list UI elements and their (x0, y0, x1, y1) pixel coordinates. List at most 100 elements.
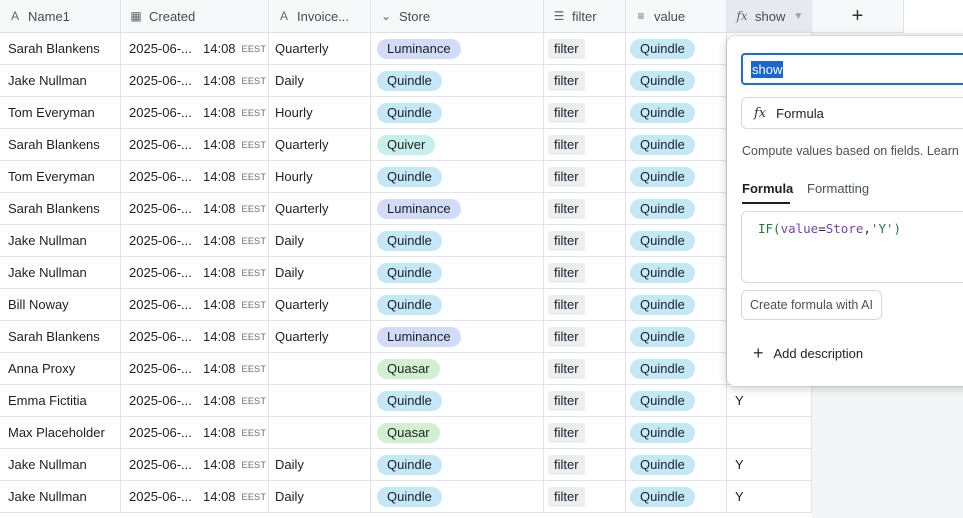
cell-created[interactable]: 2025-06-... 14:08 EEST (121, 33, 269, 65)
cell-invoice[interactable]: Quarterly (269, 33, 371, 65)
cell-created[interactable]: 2025-06-... 14:08 EEST (121, 289, 269, 321)
column-header-created[interactable]: ▦ Created (121, 0, 269, 33)
cell-store[interactable]: Quindle (371, 289, 544, 321)
cell-value[interactable]: Quindle (626, 257, 727, 289)
cell-created[interactable]: 2025-06-... 14:08 EEST (121, 417, 269, 449)
cell-invoice[interactable]: Quarterly (269, 289, 371, 321)
tab-formula[interactable]: Formula (742, 181, 793, 196)
cell-created[interactable]: 2025-06-... 14:08 EEST (121, 65, 269, 97)
cell-value[interactable]: Quindle (626, 33, 727, 65)
cell-filter[interactable]: filter (544, 449, 626, 481)
cell-name[interactable]: Sarah Blankens (0, 193, 121, 225)
cell-store[interactable]: Quindle (371, 385, 544, 417)
cell-value[interactable]: Quindle (626, 65, 727, 97)
cell-created[interactable]: 2025-06-... 14:08 EEST (121, 321, 269, 353)
cell-store[interactable]: Quindle (371, 65, 544, 97)
cell-store[interactable]: Luminance (371, 321, 544, 353)
cell-invoice[interactable]: Hourly (269, 97, 371, 129)
cell-invoice[interactable]: Daily (269, 225, 371, 257)
cell-created[interactable]: 2025-06-... 14:08 EEST (121, 193, 269, 225)
cell-filter[interactable]: filter (544, 225, 626, 257)
cell-name[interactable]: Bill Noway (0, 289, 121, 321)
cell-invoice[interactable] (269, 353, 371, 385)
cell-invoice[interactable]: Quarterly (269, 193, 371, 225)
cell-created[interactable]: 2025-06-... 14:08 EEST (121, 129, 269, 161)
cell-store[interactable]: Quindle (371, 449, 544, 481)
cell-name[interactable]: Jake Nullman (0, 257, 121, 289)
cell-invoice[interactable]: Daily (269, 257, 371, 289)
cell-show[interactable]: Y (727, 481, 812, 513)
cell-filter[interactable]: filter (544, 417, 626, 449)
cell-value[interactable]: Quindle (626, 417, 727, 449)
column-header-filter[interactable]: ☰ filter (544, 0, 626, 33)
column-header-value[interactable]: ≡ value (626, 0, 727, 33)
column-header-name1[interactable]: A Name1 (0, 0, 121, 33)
cell-store[interactable]: Quindle (371, 97, 544, 129)
cell-value[interactable]: Quindle (626, 97, 727, 129)
cell-value[interactable]: Quindle (626, 289, 727, 321)
column-header-store[interactable]: ⌄ Store (371, 0, 544, 33)
cell-value[interactable]: Quindle (626, 481, 727, 513)
field-type-select[interactable]: fx Formula (741, 97, 963, 129)
formula-editor[interactable]: IF(value=Store,'Y') (741, 211, 963, 283)
cell-show[interactable] (727, 417, 812, 449)
column-header-show[interactable]: fx show ▼ (727, 0, 812, 33)
cell-created[interactable]: 2025-06-... 14:08 EEST (121, 353, 269, 385)
cell-show[interactable]: Y (727, 385, 812, 417)
cell-name[interactable]: Max Placeholder (0, 417, 121, 449)
cell-value[interactable]: Quindle (626, 449, 727, 481)
cell-created[interactable]: 2025-06-... 14:08 EEST (121, 481, 269, 513)
cell-invoice[interactable]: Quarterly (269, 129, 371, 161)
cell-invoice[interactable]: Daily (269, 481, 371, 513)
cell-name[interactable]: Jake Nullman (0, 481, 121, 513)
cell-value[interactable]: Quindle (626, 193, 727, 225)
cell-name[interactable]: Jake Nullman (0, 449, 121, 481)
tab-formatting[interactable]: Formatting (807, 181, 869, 196)
cell-filter[interactable]: filter (544, 129, 626, 161)
cell-name[interactable]: Sarah Blankens (0, 33, 121, 65)
cell-filter[interactable]: filter (544, 353, 626, 385)
cell-name[interactable]: Sarah Blankens (0, 321, 121, 353)
cell-value[interactable]: Quindle (626, 321, 727, 353)
cell-name[interactable]: Jake Nullman (0, 65, 121, 97)
cell-filter[interactable]: filter (544, 289, 626, 321)
cell-store[interactable]: Quasar (371, 417, 544, 449)
cell-created[interactable]: 2025-06-... 14:08 EEST (121, 161, 269, 193)
cell-created[interactable]: 2025-06-... 14:08 EEST (121, 225, 269, 257)
cell-filter[interactable]: filter (544, 385, 626, 417)
cell-invoice[interactable]: Quarterly (269, 321, 371, 353)
cell-invoice[interactable]: Hourly (269, 161, 371, 193)
add-column-button[interactable]: + (812, 0, 904, 33)
cell-name[interactable]: Jake Nullman (0, 225, 121, 257)
cell-store[interactable]: Luminance (371, 193, 544, 225)
cell-value[interactable]: Quindle (626, 161, 727, 193)
add-description-button[interactable]: + Add description (753, 344, 863, 362)
cell-store[interactable]: Quindle (371, 257, 544, 289)
column-header-invoice[interactable]: A Invoice... (269, 0, 371, 33)
cell-name[interactable]: Anna Proxy (0, 353, 121, 385)
cell-value[interactable]: Quindle (626, 353, 727, 385)
cell-filter[interactable]: filter (544, 65, 626, 97)
cell-created[interactable]: 2025-06-... 14:08 EEST (121, 385, 269, 417)
cell-name[interactable]: Emma Fictitia (0, 385, 121, 417)
cell-store[interactable]: Quasar (371, 353, 544, 385)
cell-store[interactable]: Quindle (371, 225, 544, 257)
cell-invoice[interactable]: Daily (269, 449, 371, 481)
cell-store[interactable]: Quindle (371, 481, 544, 513)
cell-created[interactable]: 2025-06-... 14:08 EEST (121, 449, 269, 481)
cell-filter[interactable]: filter (544, 193, 626, 225)
cell-filter[interactable]: filter (544, 321, 626, 353)
cell-name[interactable]: Tom Everyman (0, 161, 121, 193)
cell-invoice[interactable] (269, 385, 371, 417)
field-name-input[interactable]: show (741, 53, 963, 85)
cell-value[interactable]: Quindle (626, 225, 727, 257)
cell-store[interactable]: Quindle (371, 161, 544, 193)
cell-name[interactable]: Tom Everyman (0, 97, 121, 129)
cell-filter[interactable]: filter (544, 33, 626, 65)
cell-show[interactable]: Y (727, 449, 812, 481)
cell-invoice[interactable]: Daily (269, 65, 371, 97)
cell-value[interactable]: Quindle (626, 385, 727, 417)
cell-filter[interactable]: filter (544, 161, 626, 193)
cell-created[interactable]: 2025-06-... 14:08 EEST (121, 97, 269, 129)
cell-filter[interactable]: filter (544, 481, 626, 513)
